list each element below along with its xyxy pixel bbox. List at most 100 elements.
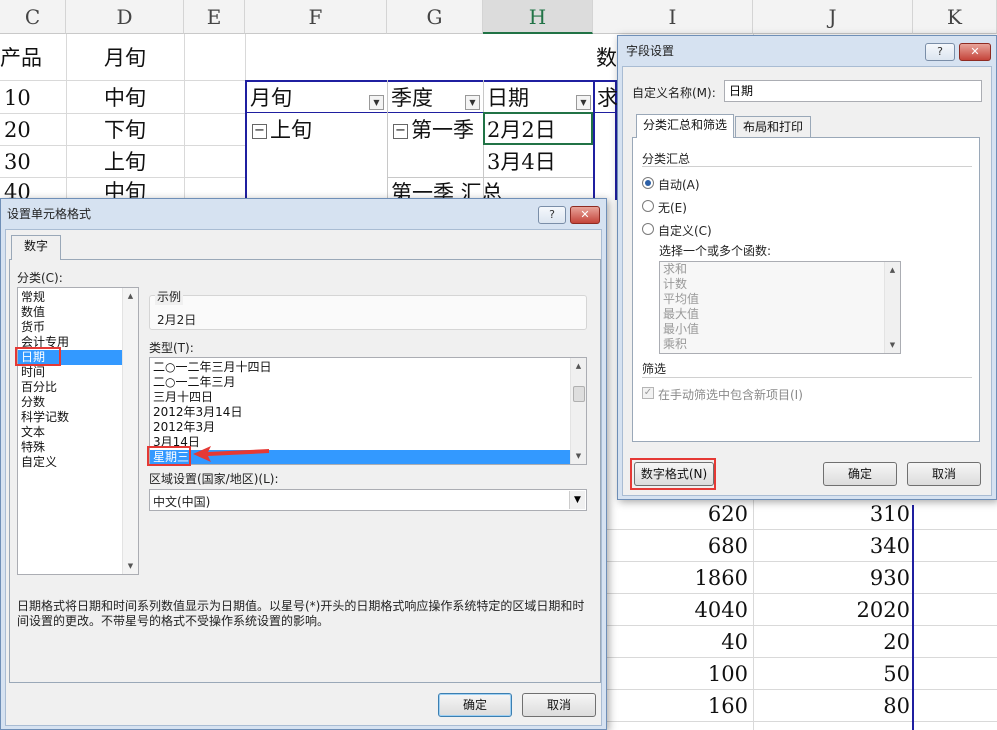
value-cell[interactable]: 80 (753, 690, 910, 722)
cell-c-row4[interactable]: 40 (4, 176, 31, 198)
help-button[interactable]: ? (538, 206, 566, 224)
pivot-group-upper[interactable]: 上旬 (270, 118, 312, 142)
filter-dropdown-icon[interactable]: ▼ (369, 95, 384, 110)
list-item[interactable]: 时间 (18, 365, 138, 380)
list-item[interactable]: 三月十四日 (150, 390, 586, 405)
radio-auto-label[interactable]: 自动(A) (658, 176, 700, 193)
list-item[interactable]: 特殊 (18, 440, 138, 455)
list-item[interactable]: 科学记数 (18, 410, 138, 425)
scrollbar[interactable]: ▲ ▼ (884, 262, 900, 353)
help-button[interactable]: ? (925, 43, 955, 61)
value-cell[interactable]: 2020 (753, 594, 910, 626)
cell-c-row1[interactable]: 10 (4, 82, 31, 114)
list-item[interactable]: 最小值 (660, 322, 900, 337)
tab-layout-print[interactable]: 布局和打印 (735, 116, 811, 138)
cell-d-row4[interactable]: 中旬 (104, 176, 146, 198)
list-item[interactable]: 常规 (18, 290, 138, 305)
column-header-e[interactable]: E (184, 0, 245, 34)
radio-auto[interactable] (642, 177, 654, 189)
value-cell[interactable]: 100 (593, 658, 748, 690)
value-cell[interactable]: 930 (753, 562, 910, 594)
value-cell[interactable]: 680 (593, 530, 748, 562)
ok-button[interactable]: 确定 (823, 462, 897, 486)
scroll-down-icon[interactable]: ▼ (123, 558, 138, 574)
column-header-f[interactable]: F (245, 0, 387, 34)
list-item[interactable]: 求和 (660, 262, 900, 277)
list-item[interactable]: 乘积 (660, 337, 900, 352)
cancel-button[interactable]: 取消 (907, 462, 981, 486)
pivot-date-cell[interactable]: 3月4日 (487, 146, 556, 178)
pivot-date-cell[interactable]: 2月2日 (487, 114, 556, 146)
cell-c-header[interactable]: 产品 (0, 42, 64, 74)
cell-d-row2[interactable]: 下旬 (104, 114, 146, 146)
list-item[interactable]: 文本 (18, 425, 138, 440)
value-cell[interactable]: 20 (753, 626, 910, 658)
list-item[interactable]: 计数 (660, 277, 900, 292)
list-item[interactable]: 二○一二年三月十四日 (150, 360, 586, 375)
value-cell[interactable]: 40 (593, 626, 748, 658)
pivot-header-date[interactable]: 日期 (487, 82, 529, 114)
scroll-up-icon[interactable]: ▲ (885, 262, 900, 278)
category-list[interactable]: 常规 数值 货币 会计专用 日期 时间 百分比 分数 科学记数 文本 特殊 自定… (17, 287, 139, 575)
value-cell[interactable]: 310 (753, 498, 910, 530)
column-header-h[interactable]: H (483, 0, 593, 34)
list-item[interactable]: 数值 (18, 305, 138, 320)
pivot-subtotal[interactable]: 第一季 汇总 (391, 177, 591, 199)
list-item[interactable]: 自定义 (18, 455, 138, 470)
scroll-up-icon[interactable]: ▲ (123, 288, 138, 304)
column-header-d[interactable]: D (66, 0, 184, 34)
filter-dropdown-icon[interactable]: ▼ (465, 95, 480, 110)
list-item[interactable]: 货币 (18, 320, 138, 335)
scroll-thumb[interactable] (573, 386, 585, 402)
collapse-icon[interactable]: − (393, 124, 408, 139)
list-item[interactable]: 百分比 (18, 380, 138, 395)
chevron-down-icon[interactable]: ▼ (569, 491, 585, 509)
tab-number[interactable]: 数字 (11, 235, 61, 260)
pivot-group-q1[interactable]: 第一季 (411, 118, 474, 142)
filter-checkbox-label[interactable]: 在手动筛选中包含新项目(I) (658, 386, 803, 403)
cell-d-row1[interactable]: 中旬 (104, 82, 146, 114)
custom-name-input[interactable]: 日期 (724, 80, 982, 102)
scrollbar[interactable]: ▲ ▼ (122, 288, 138, 574)
list-item[interactable]: 分数 (18, 395, 138, 410)
list-item[interactable]: 最大值 (660, 307, 900, 322)
value-cell[interactable]: 340 (753, 530, 910, 562)
column-header-i[interactable]: I (593, 0, 753, 34)
cell-d-header[interactable]: 月旬 (104, 42, 146, 74)
list-item[interactable]: 二○一二年三月 (150, 375, 586, 390)
value-cell[interactable]: 50 (753, 658, 910, 690)
radio-custom[interactable] (642, 223, 654, 235)
list-item[interactable]: 2012年3月14日 (150, 405, 586, 420)
cell-d-row3[interactable]: 上旬 (104, 146, 146, 178)
scrollbar[interactable]: ▲ ▼ (570, 358, 586, 464)
radio-none[interactable] (642, 200, 654, 212)
column-header-g[interactable]: G (387, 0, 483, 34)
value-cell[interactable]: 1860 (593, 562, 748, 594)
collapse-icon[interactable]: − (252, 124, 267, 139)
radio-custom-label[interactable]: 自定义(C) (658, 222, 712, 239)
value-cell[interactable]: 160 (593, 690, 748, 722)
scroll-down-icon[interactable]: ▼ (885, 337, 900, 353)
ok-button[interactable]: 确定 (438, 693, 512, 717)
cancel-button[interactable]: 取消 (522, 693, 596, 717)
column-header-k[interactable]: K (913, 0, 997, 34)
pivot-header-month-period[interactable]: 月旬 (250, 82, 292, 114)
function-list[interactable]: 求和 计数 平均值 最大值 最小值 乘积 ▲ ▼ (659, 261, 901, 354)
column-header-j[interactable]: J (753, 0, 913, 34)
filter-dropdown-icon[interactable]: ▼ (576, 95, 591, 110)
column-header-c[interactable]: C (0, 0, 66, 34)
cell-c-row2[interactable]: 20 (4, 114, 31, 146)
pivot-header-quarter[interactable]: 季度 (391, 82, 433, 114)
list-item[interactable]: 2012年3月 (150, 420, 586, 435)
cell-c-row3[interactable]: 30 (4, 146, 31, 178)
filter-checkbox[interactable]: ✓ (642, 387, 654, 399)
locale-select[interactable]: 中文(中国) ▼ (149, 489, 587, 511)
close-button[interactable]: ✕ (959, 43, 991, 61)
scroll-down-icon[interactable]: ▼ (571, 448, 586, 464)
tab-subtotal-filter[interactable]: 分类汇总和筛选 (636, 114, 734, 138)
radio-none-label[interactable]: 无(E) (658, 199, 687, 216)
scroll-up-icon[interactable]: ▲ (571, 358, 586, 374)
cell-cut-header[interactable]: 数 (596, 42, 616, 74)
value-cell[interactable]: 620 (593, 498, 748, 530)
list-item[interactable]: 平均值 (660, 292, 900, 307)
